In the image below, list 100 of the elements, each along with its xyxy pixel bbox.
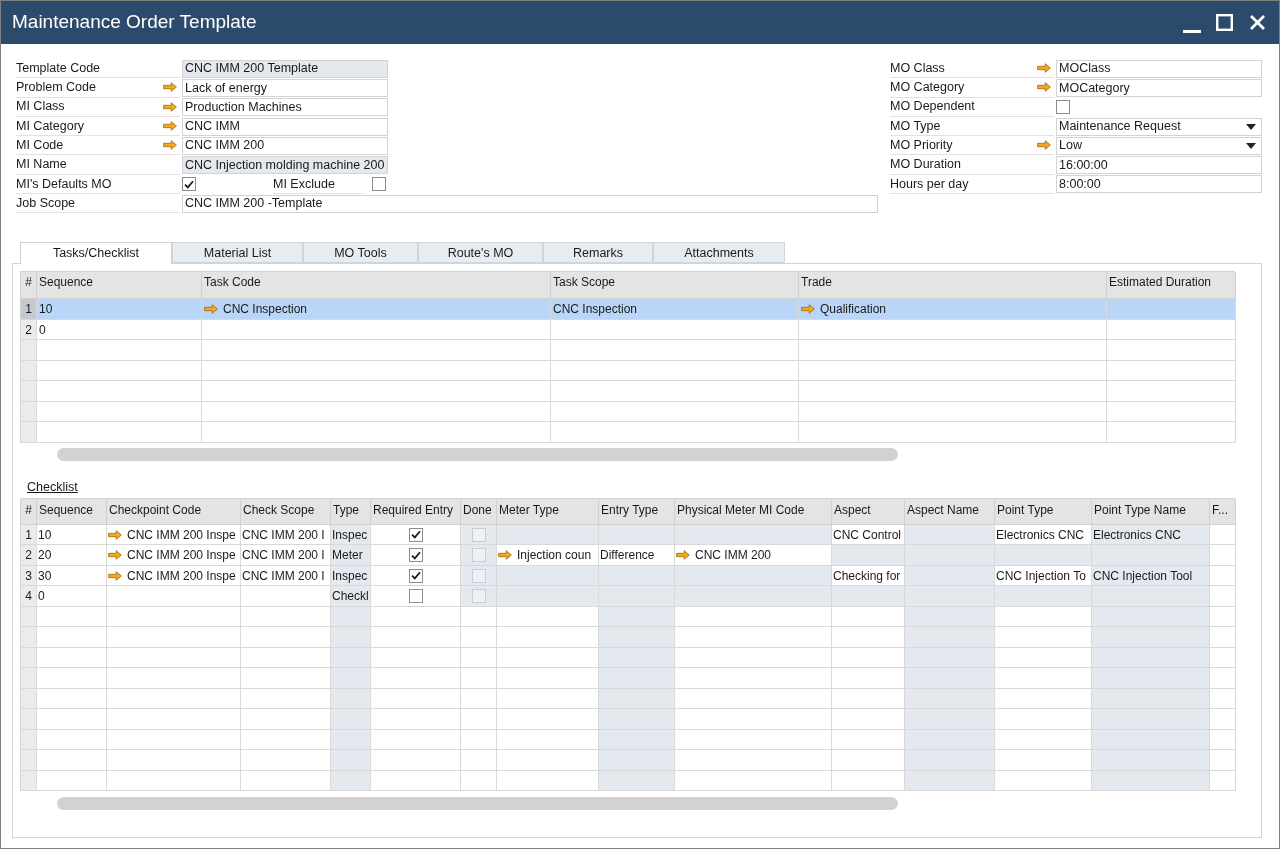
table-cell: Inspec	[331, 565, 371, 587]
checkbox[interactable]	[408, 548, 423, 563]
minimize-icon[interactable]	[1182, 29, 1201, 33]
column-header: Type	[331, 498, 371, 525]
checkbox[interactable]	[408, 568, 423, 583]
cell-text: CNC IMM 200 Inspe	[127, 547, 236, 565]
text-field[interactable]: Production Machines	[182, 98, 388, 117]
column-header: #	[21, 272, 37, 300]
text-field[interactable]: CNC IMM	[182, 117, 388, 136]
checkbox[interactable]	[372, 177, 386, 192]
scrollbar-thumb[interactable]	[57, 447, 898, 461]
arrow-icon[interactable]	[1037, 140, 1051, 151]
column-header: Meter Type	[497, 498, 599, 525]
check-icon	[184, 179, 194, 189]
row-number: 2	[21, 545, 37, 566]
table-cell: 30	[37, 565, 107, 587]
field-label: MI Class	[16, 100, 65, 113]
caret-icon[interactable]	[1246, 123, 1256, 130]
row-number: 2	[21, 319, 37, 341]
caret-icon[interactable]	[1246, 142, 1256, 149]
arrow-icon[interactable]	[676, 550, 690, 561]
column-header: Aspect	[832, 498, 905, 525]
arrow-icon[interactable]	[498, 550, 512, 561]
column-header: #	[21, 498, 37, 525]
field-label: Template Code	[16, 61, 101, 75]
arrow-icon[interactable]	[163, 82, 177, 93]
column-header: Trade	[799, 272, 1107, 300]
checkbox[interactable]	[1056, 100, 1070, 115]
tab[interactable]: Tasks/Checklist	[20, 242, 172, 265]
column-header: Task Scope	[551, 272, 799, 300]
arrow-icon[interactable]	[108, 550, 122, 561]
cell-text: CNC IMM 200	[695, 547, 771, 565]
dropdown-field[interactable]: Low	[1056, 136, 1262, 155]
arrow-icon[interactable]	[108, 529, 122, 540]
field-label: MI's Defaults MO	[16, 177, 112, 191]
tab[interactable]: MO Tools	[303, 242, 418, 264]
column-header: Sequence	[37, 498, 107, 525]
field-label: MO Category	[890, 81, 965, 94]
cell-text: CNC IMM 200 Inspe	[127, 526, 236, 544]
arrow-icon[interactable]	[163, 121, 177, 132]
table-cell: 10	[37, 524, 107, 546]
table-cell: CNC IMM 200 I	[241, 545, 331, 566]
table-cell: CNC IMM 200 I	[241, 524, 331, 546]
field-label: MO Class	[890, 61, 945, 75]
check-icon	[410, 530, 421, 540]
cell-text: CNC IMM 200 Inspe	[127, 567, 236, 585]
table-cell: CNC IMM 200 I	[241, 565, 331, 587]
check-icon	[410, 550, 421, 560]
table-cell: Checkl	[331, 586, 371, 607]
text-field[interactable]: CNC Injection molding machine 200	[182, 156, 388, 175]
column-header: Point Type Name	[1092, 498, 1210, 525]
close-icon[interactable]	[1250, 15, 1265, 30]
column-header: Checkpoint Code	[107, 498, 241, 525]
table-cell: CNC Injection Tool	[1092, 565, 1210, 587]
column-header: Task Code	[202, 272, 551, 300]
column-header: Aspect Name	[905, 498, 995, 525]
checkbox[interactable]	[408, 527, 423, 542]
cell-text: Injection coun	[517, 547, 592, 565]
arrow-icon[interactable]	[108, 570, 122, 581]
text-field[interactable]: CNC IMM 200	[182, 136, 388, 155]
text-field[interactable]: 16:00:00	[1056, 156, 1262, 175]
maximize-icon[interactable]	[1216, 14, 1233, 31]
tab[interactable]: Material List	[172, 242, 303, 264]
table-cell: 0	[37, 586, 107, 607]
tab[interactable]: Route's MO	[418, 242, 543, 264]
scrollbar-thumb[interactable]	[57, 797, 898, 811]
tab[interactable]: Attachments	[653, 242, 785, 264]
field-label: Problem Code	[16, 81, 96, 94]
arrow-icon[interactable]	[801, 304, 815, 315]
tab[interactable]: Remarks	[543, 242, 653, 264]
cell-text: Qualification	[820, 301, 887, 319]
table-cell: 10	[37, 299, 202, 320]
arrow-icon[interactable]	[1037, 63, 1051, 74]
field-label: MO Type	[890, 119, 941, 133]
text-field[interactable]: 8:00:00	[1056, 175, 1262, 194]
arrow-icon[interactable]	[163, 101, 177, 112]
check-icon	[410, 571, 421, 581]
row-number: 4	[21, 586, 37, 607]
arrow-icon[interactable]	[204, 304, 218, 315]
text-field[interactable]: CNC IMM 200 Template	[182, 59, 388, 78]
text-field[interactable]: MOClass	[1056, 59, 1262, 78]
row-number: 1	[21, 299, 37, 320]
field-label: MI Name	[16, 158, 67, 171]
section-title: Checklist	[27, 479, 78, 494]
table-cell: CNC Injection To	[995, 565, 1092, 587]
text-field[interactable]: Lack of energy	[182, 78, 388, 97]
arrow-icon[interactable]	[163, 140, 177, 151]
checkbox[interactable]	[408, 589, 423, 604]
table-cell: Checking for	[832, 565, 905, 587]
text-field[interactable]: MOCategory	[1056, 78, 1262, 97]
table-row[interactable]: 1 10 CNC Inspection CNC Inspection Qualification	[21, 299, 1235, 320]
field-label: MI Exclude	[273, 177, 335, 191]
table-cell: Meter	[331, 545, 371, 566]
arrow-icon[interactable]	[1037, 82, 1051, 93]
dropdown-field[interactable]: Maintenance Request	[1056, 117, 1262, 136]
checkbox[interactable]	[182, 177, 196, 192]
text-field[interactable]: CNC IMM 200 -Template	[182, 194, 878, 213]
column-header: Physical Meter MI Code	[675, 498, 832, 525]
table-row[interactable]: 2 0	[21, 319, 1235, 341]
row-number: 1	[21, 524, 37, 546]
